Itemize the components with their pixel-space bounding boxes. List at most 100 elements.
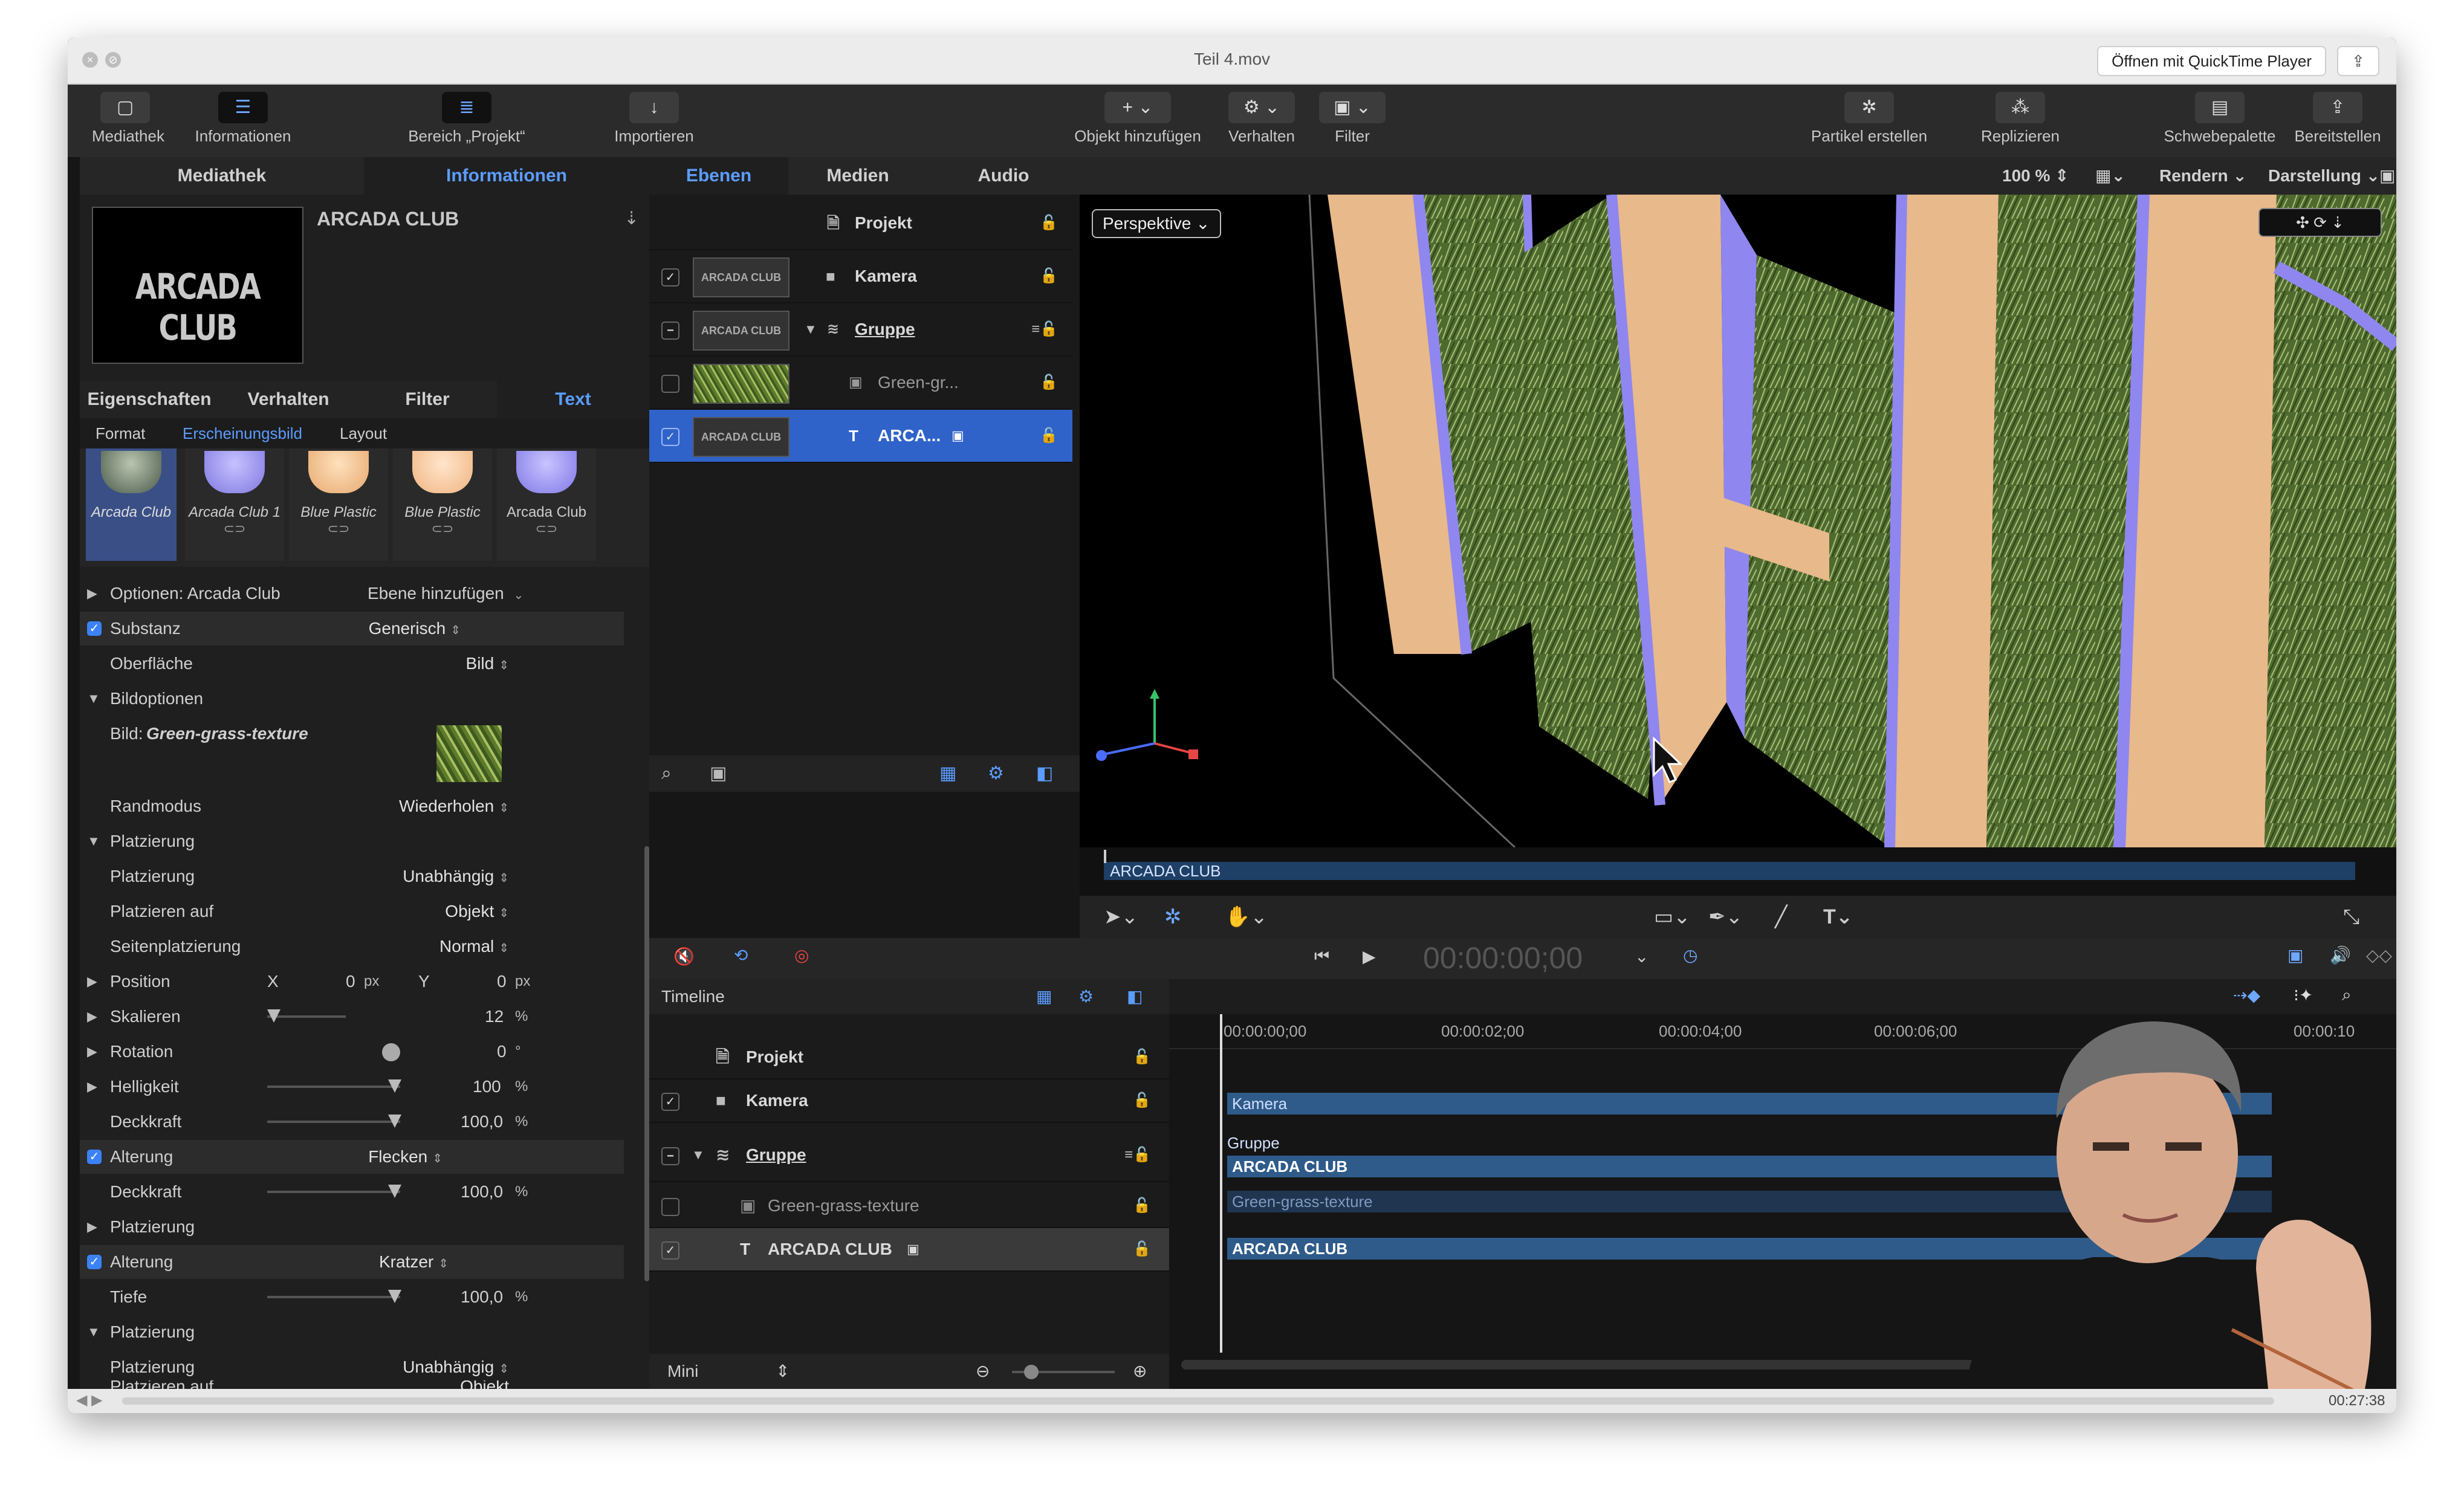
toolbar-filter[interactable]: ▣ ⌄ Filter (1313, 92, 1392, 146)
timeline-row-green-grass[interactable]: ▣ Green-grass-texture 🔓 (649, 1185, 1169, 1228)
toolbar-share[interactable]: ⇪ Bereitstellen (2286, 92, 2389, 146)
pen-tool-icon[interactable]: ✒⌄ (1708, 896, 1743, 938)
platzieren-auf-row[interactable]: Platzieren auf Objekt ⇕ (80, 895, 624, 928)
timecode-menu-icon[interactable]: ⌄ (1635, 946, 1649, 966)
toolbar-informationen[interactable]: ☰ Informationen (183, 92, 303, 146)
toolbar-hud[interactable]: ▤ Schwebepalette (2153, 92, 2286, 146)
toolbar-replicate[interactable]: ⁂ Replizieren (1972, 92, 2069, 146)
subtab-layout[interactable]: Layout (340, 418, 387, 448)
3d-transform-icon[interactable]: ✲ (1164, 896, 1182, 938)
alterung1-checkbox[interactable]: ✓ (87, 1150, 102, 1164)
position-row[interactable]: ▶ Position X 0 px Y 0 px (80, 965, 624, 998)
deckkraft2-row[interactable]: Deckkraft 100,0 % (80, 1175, 624, 1209)
markers-icon[interactable]: ⁝✦ (2294, 985, 2313, 1005)
platzierung-row[interactable]: Platzierung Unabhängig ⇕ (80, 859, 624, 893)
toolbar-behaviors[interactable]: ⚙ ⌄ Verhalten (1216, 92, 1307, 146)
playhead[interactable] (1104, 850, 1106, 863)
layer-checkbox[interactable]: ✓ (661, 1093, 679, 1111)
grid-icon[interactable]: ▦ (939, 756, 956, 792)
subtab-appearance[interactable]: Erscheinungsbild (183, 418, 302, 448)
view-menu[interactable]: Darstellung ⌄ (2268, 166, 2380, 186)
mute-icon[interactable]: 🔇 (673, 946, 695, 966)
timeline-row-gruppe[interactable]: − ▼ ≋ Gruppe ≡🔓 (649, 1129, 1169, 1182)
inspector-scrollbar[interactable] (644, 846, 649, 1281)
tab-text[interactable]: Text (497, 381, 649, 418)
select-tool-icon[interactable]: ➤⌄ (1104, 896, 1138, 938)
subtab-format[interactable]: Format (96, 418, 145, 448)
preset-item-5[interactable]: Arcada Club ⊂⊃ (497, 448, 596, 561)
tab-informationen[interactable]: Informationen (364, 157, 649, 195)
keyframe-toggle-icon[interactable]: ◇◇ (2366, 945, 2392, 965)
timeline-toggle-icon[interactable]: ▣ (2287, 945, 2303, 965)
open-quicktime-button[interactable]: Öffnen mit QuickTime Player (2097, 46, 2326, 76)
mini-track-bar[interactable]: ARCADA CLUB (1104, 862, 2355, 880)
paint-tool-icon[interactable]: ╱ (1775, 896, 1787, 938)
depth-slider[interactable] (267, 1290, 401, 1303)
platzierung3-row[interactable]: ▼ Platzierung (80, 1315, 624, 1349)
lock-icon[interactable]: 🔓 (1133, 1036, 1151, 1078)
tab-medien[interactable]: Medien (788, 157, 927, 195)
preset-item-2[interactable]: Arcada Club 1 ⊂⊃ (185, 448, 284, 561)
oberflaeche-row[interactable]: Oberfläche Bild ⇕ (80, 647, 624, 681)
preset-item-1[interactable]: Arcada Club (86, 448, 177, 561)
mask-icon[interactable]: ◧ (1036, 756, 1053, 792)
zoom-slider[interactable] (1012, 1365, 1115, 1379)
zoom-out-icon[interactable]: ⊖ (976, 1354, 990, 1389)
timeline-row-kamera[interactable]: ✓ ■ Kamera 🔓 (649, 1079, 1169, 1123)
layer-row-arcada[interactable]: ✓ ARCADA CLUB T ARCA... ▣ 🔓 (649, 410, 1072, 463)
disclosure-triangle-icon[interactable]: ▼ (692, 1129, 705, 1181)
layer-checkbox[interactable] (661, 1198, 679, 1216)
layout-icon[interactable]: ▣⇕ (2379, 166, 2396, 186)
lock-icon[interactable]: 🔓 (1133, 1079, 1151, 1122)
skalieren-row[interactable]: ▶ Skalieren 12 % (80, 1000, 624, 1034)
mini-popup[interactable]: Mini ⇕ (667, 1354, 790, 1389)
deckkraft-row[interactable]: Deckkraft 100,0 % (80, 1105, 624, 1139)
platzierung4-row[interactable]: Platzierung Unabhängig ⇕ (80, 1350, 624, 1384)
disclosure-triangle-icon[interactable]: ▼ (804, 303, 817, 355)
options-row[interactable]: ▶ Optionen: Arcada Club Ebene hinzufügen … (80, 577, 624, 610)
layer-row-kamera[interactable]: ✓ ARCADA CLUB ■ Kamera 🔓 (649, 250, 1072, 303)
sidebar-toggle-icon[interactable]: ▣ (710, 756, 727, 792)
render-menu[interactable]: Rendern ⌄ (2159, 166, 2247, 186)
alterung2-checkbox[interactable]: ✓ (87, 1255, 102, 1269)
brightness-slider[interactable] (267, 1079, 401, 1093)
rotation-row[interactable]: ▶ Rotation 0 ° (80, 1035, 624, 1069)
toolbar-particles[interactable]: ✲ Partikel erstellen (1797, 92, 1942, 146)
audio-toggle-icon[interactable]: 🔊 (2330, 945, 2351, 965)
randmodus-row[interactable]: Randmodus Wiederholen ⇕ (80, 789, 624, 823)
preset-item-3[interactable]: Blue Plastic ⊂⊃ (289, 448, 388, 561)
canvas-viewer[interactable]: Perspektive ⌄ ✣ ⟳ ⇣ (1080, 195, 2396, 847)
grid-icon[interactable]: ▦ (1036, 979, 1052, 1014)
layer-checkbox[interactable]: − (661, 1147, 679, 1165)
tab-eigenschaften[interactable]: Eigenschaften (80, 381, 219, 418)
lock-icon[interactable]: 🔓 (1040, 410, 1058, 462)
play-icon[interactable]: ▶ (1363, 946, 1376, 966)
layer-checkbox[interactable]: − (661, 322, 679, 340)
share-icon[interactable]: ⇪ (2337, 46, 2379, 76)
snap-icon[interactable]: ⇢◆ (2233, 985, 2260, 1005)
behavior-filter-icon[interactable]: ⚙ (1078, 979, 1094, 1014)
fullscreen-icon[interactable]: ⤡ (2343, 896, 2359, 938)
tab-mediathek[interactable]: Mediathek (80, 157, 364, 195)
zoom-popup[interactable]: 100 % ⇕ (2002, 166, 2069, 186)
layer-row-projekt[interactable]: 🗎 Projekt 🔓 (649, 197, 1072, 250)
text-tool-icon[interactable]: T⌄ (1823, 896, 1853, 938)
pin-icon[interactable]: ⇣ (624, 208, 639, 229)
toolbar-mediathek[interactable]: ▢ Mediathek (92, 92, 164, 146)
tiefe-row[interactable]: Tiefe 100,0 % (80, 1280, 624, 1314)
toolbar-project-pane[interactable]: ≣ Bereich „Projekt“ (406, 92, 527, 146)
lock-icon[interactable]: 🔓 (1040, 197, 1058, 249)
lock-icon[interactable]: 🔓 (1040, 357, 1058, 409)
color-channels-icon[interactable]: ▦⌄ (2095, 166, 2125, 186)
layer-checkbox[interactable] (661, 375, 679, 393)
scrub-track[interactable] (122, 1397, 2274, 1405)
timeline-row-projekt[interactable]: 🗎 Projekt 🔓 (649, 1036, 1169, 1079)
alterung1-row[interactable]: ✓ Alterung Flecken ⇕ (80, 1140, 624, 1174)
add-layer-popup[interactable]: Ebene hinzufügen ⌄ (368, 577, 524, 612)
camera-tools[interactable]: ✣ ⟳ ⇣ (2258, 208, 2382, 237)
lock-icon[interactable]: ≡🔓 (1124, 1129, 1151, 1181)
substanz-row[interactable]: ✓ Substanz Generisch ⇕ (80, 612, 624, 645)
platzierung-group-row[interactable]: ▼ Platzierung (80, 824, 624, 858)
toolbar-import[interactable]: ↓ Importieren (606, 92, 702, 146)
mask-icon[interactable]: ◧ (1127, 979, 1143, 1014)
